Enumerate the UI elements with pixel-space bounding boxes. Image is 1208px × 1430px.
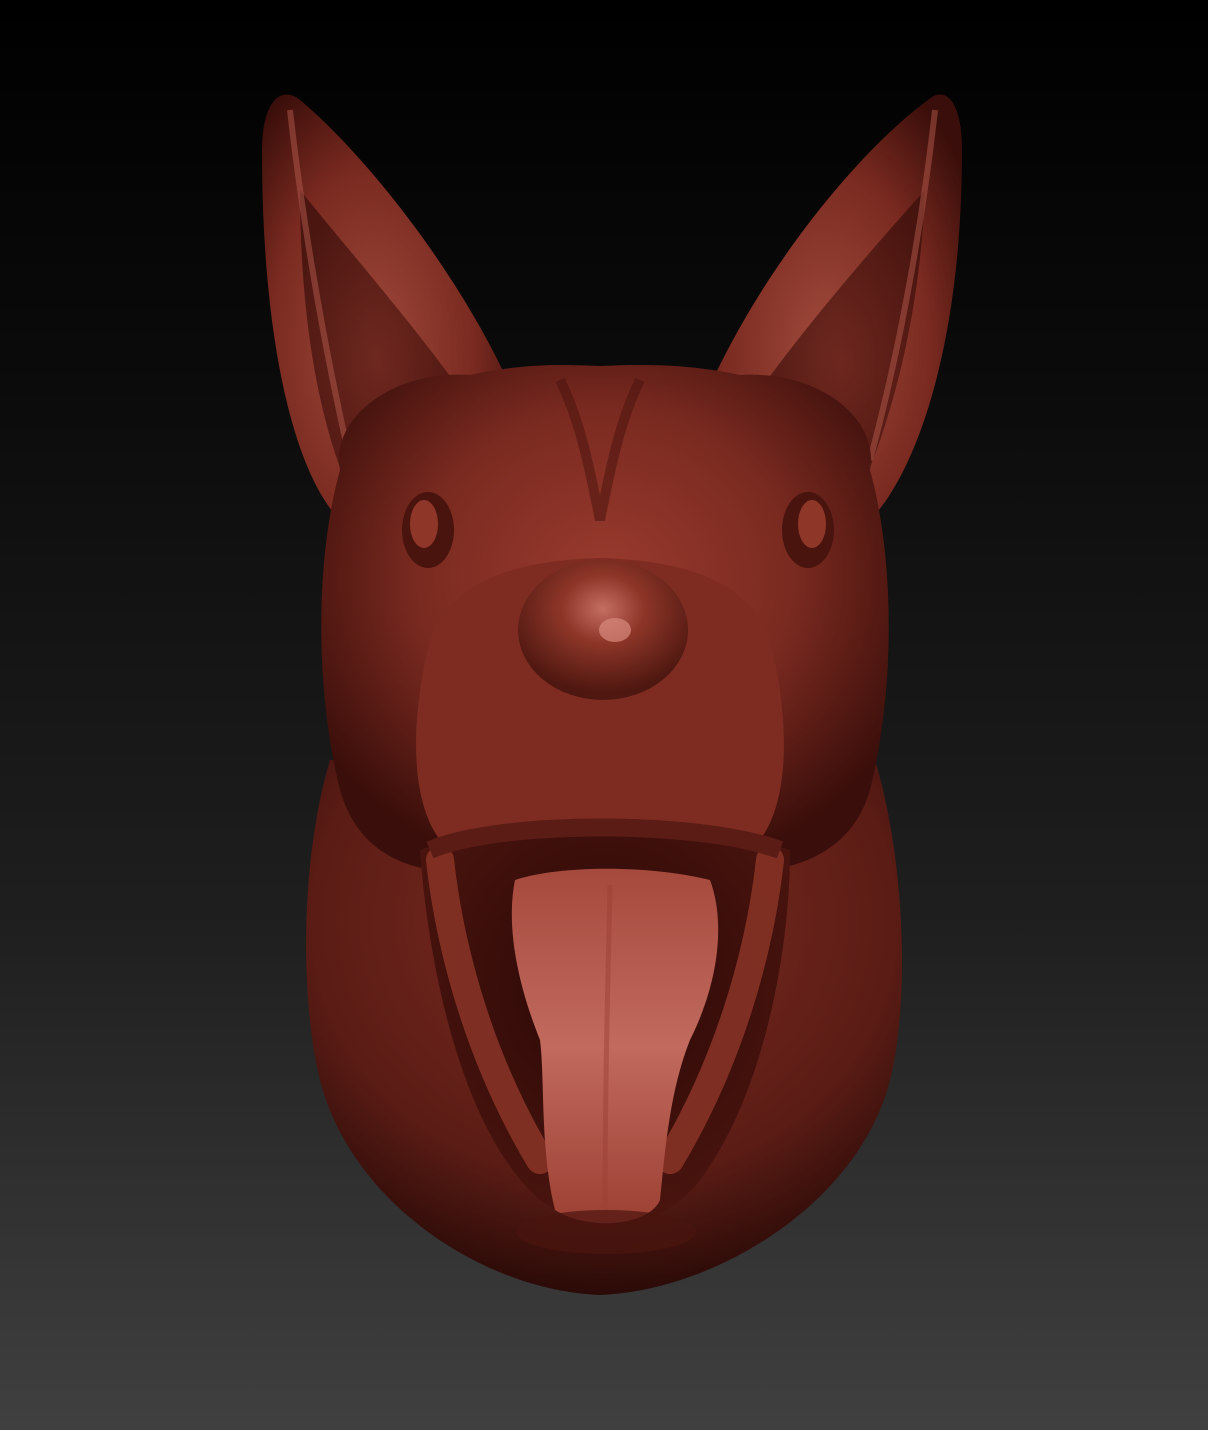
left-eye	[402, 492, 454, 568]
chin	[516, 1210, 696, 1254]
dog-head-sculpt[interactable]	[0, 0, 1208, 1430]
sculpt-viewport[interactable]	[0, 0, 1208, 1430]
right-eye	[782, 492, 834, 568]
